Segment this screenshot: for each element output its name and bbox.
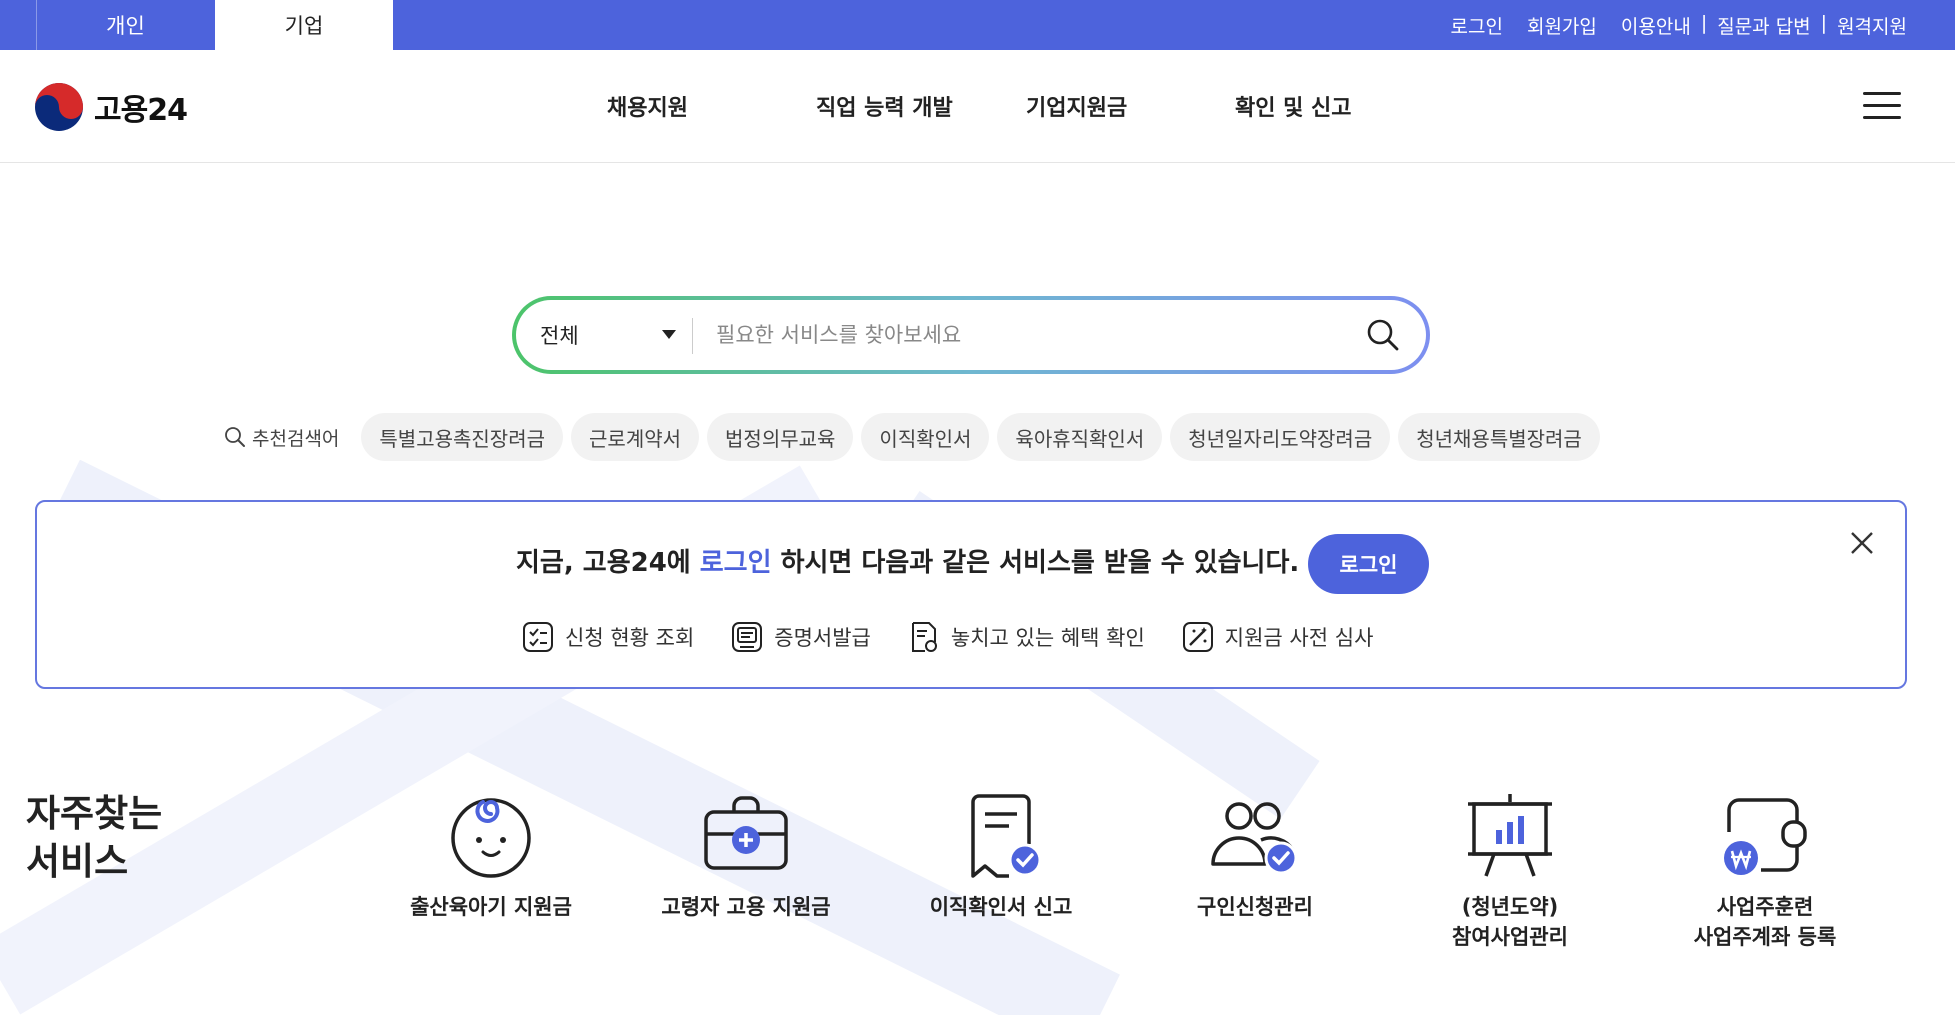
banner-features: 신청 현황 조회 증명서발급 놓치고 있는 혜택 확인 지원금 사전 심사 [521, 620, 1373, 654]
tab-corporate[interactable]: 기업 [215, 0, 393, 50]
keyword-chip[interactable]: 법정의무교육 [707, 413, 854, 461]
remote-support-link[interactable]: 원격지원 [1837, 12, 1907, 39]
magic-wand-icon [1182, 622, 1213, 652]
keyword-chip[interactable]: 청년일자리도약장려금 [1170, 413, 1391, 461]
search-inner: 전체 [516, 300, 1426, 370]
banner-message-pre: 지금, 고용24에 [516, 548, 700, 578]
taegeuk-logo-icon [35, 83, 83, 131]
top-utility-bar: 개인 기업 로그인 회원가입 이용안내 | 질문과 답변 | 원격지원 [0, 0, 1955, 50]
banner-message-post: 하시면 다음과 같은 서비스를 받을 수 있습니다. [771, 548, 1300, 578]
service-job-offer-management[interactable]: 구인신청관리 [1140, 790, 1370, 922]
nav-recruit-support[interactable]: 채용지원 [607, 90, 688, 122]
search-bar: 전체 [512, 296, 1430, 374]
search-scope-value: 전체 [540, 324, 579, 348]
recommended-keywords: 추천검색어 특별고용촉진장려금 근로계약서 법정의무교육 이직확인서 육아휴직확… [224, 413, 1600, 461]
service-label: 구인신청관리 [1197, 895, 1313, 919]
feature-label: 증명서발급 [774, 626, 871, 650]
feature-label: 신청 현황 조회 [565, 626, 695, 650]
baby-face-icon [451, 798, 531, 878]
search-divider [692, 318, 693, 354]
frequent-services-title: 자주찾는 서비스 [26, 790, 162, 886]
recommended-keywords-label: 추천검색어 [224, 424, 339, 451]
login-banner: 지금, 고용24에 로그인 하시면 다음과 같은 서비스를 받을 수 있습니다.… [35, 500, 1907, 689]
close-icon[interactable] [1847, 528, 1877, 558]
service-elderly-employment-subsidy[interactable]: 고령자 고용 지원금 [631, 790, 861, 922]
banner-message: 지금, 고용24에 로그인 하시면 다음과 같은 서비스를 받을 수 있습니다. [516, 542, 1299, 579]
service-childbirth-subsidy[interactable]: 출산육아기 지원금 [376, 790, 606, 922]
service-youth-program-management[interactable]: (청년도약) 참여사업관리 [1395, 790, 1625, 952]
nav-job-skill-development[interactable]: 직업 능력 개발 [816, 90, 953, 122]
guide-link[interactable]: 이용안내 [1621, 12, 1691, 39]
feature-application-status[interactable]: 신청 현황 조회 [521, 620, 694, 654]
hamburger-icon[interactable] [1863, 90, 1903, 122]
document-check-icon [971, 794, 1042, 878]
utility-links: 로그인 회원가입 이용안내 | 질문과 답변 | 원격지원 [1451, 0, 1907, 50]
briefcase-plus-icon [704, 796, 788, 870]
site-logo[interactable]: 고용24 [34, 82, 188, 132]
feature-subsidy-prescreen[interactable]: 지원금 사전 심사 [1181, 620, 1374, 654]
keyword-chip[interactable]: 이직확인서 [861, 413, 990, 461]
feature-missed-benefits[interactable]: 놓치고 있는 혜택 확인 [907, 620, 1145, 654]
feature-certificate[interactable]: 증명서발급 [730, 620, 871, 654]
site-header: 고용24 채용지원 직업 능력 개발 기업지원금 확인 및 신고 [0, 50, 1955, 163]
link-separator: | [1700, 11, 1708, 34]
nav-corporate-subsidy[interactable]: 기업지원금 [1026, 90, 1127, 122]
signup-link[interactable]: 회원가입 [1527, 12, 1597, 39]
nav-check-and-report[interactable]: 확인 및 신고 [1235, 90, 1352, 122]
keywords-label-text: 추천검색어 [252, 427, 340, 450]
search-icon[interactable] [1366, 318, 1400, 352]
people-check-icon [1211, 802, 1298, 875]
service-label: 출산육아기 지원금 [410, 895, 572, 919]
service-label: (청년도약) 참여사업관리 [1452, 895, 1568, 949]
presentation-chart-icon [1468, 794, 1552, 877]
title-line: 자주찾는 [26, 792, 163, 835]
caret-down-icon[interactable] [662, 330, 676, 339]
document-search-icon [911, 622, 937, 652]
search-input[interactable] [716, 312, 1316, 358]
service-employer-account-registration[interactable]: 사업주훈련 사업주계좌 등록 [1650, 790, 1880, 952]
keyword-chip[interactable]: 육아휴직확인서 [997, 413, 1163, 461]
service-label: 이직확인서 신고 [929, 895, 1073, 919]
service-label: 고령자 고용 지원금 [661, 895, 831, 919]
banner-login-button[interactable]: 로그인 [1308, 534, 1429, 594]
certificate-icon [732, 622, 763, 652]
link-separator: | [1820, 11, 1828, 34]
service-separation-report[interactable]: 이직확인서 신고 [886, 790, 1116, 922]
tab-personal[interactable]: 개인 [36, 0, 214, 50]
qna-link[interactable]: 질문과 답변 [1717, 12, 1810, 39]
keyword-chip[interactable]: 특별고용촉진장려금 [361, 413, 564, 461]
wallet-won-icon [1724, 798, 1807, 875]
support-links: 이용안내 | 질문과 답변 | 원격지원 [1621, 12, 1907, 39]
service-label: 사업주훈련 사업주계좌 등록 [1693, 895, 1837, 949]
search-icon [225, 427, 245, 447]
checklist-icon [523, 622, 553, 652]
logo-text: 고용24 [94, 93, 188, 128]
title-line: 서비스 [26, 840, 129, 883]
login-link[interactable]: 로그인 [1451, 12, 1503, 39]
keyword-chip[interactable]: 근로계약서 [571, 413, 700, 461]
feature-label: 놓치고 있는 혜택 확인 [950, 626, 1145, 650]
keyword-chip[interactable]: 청년채용특별장려금 [1398, 413, 1600, 461]
banner-message-highlight[interactable]: 로그인 [700, 548, 772, 578]
feature-label: 지원금 사전 심사 [1224, 626, 1374, 650]
